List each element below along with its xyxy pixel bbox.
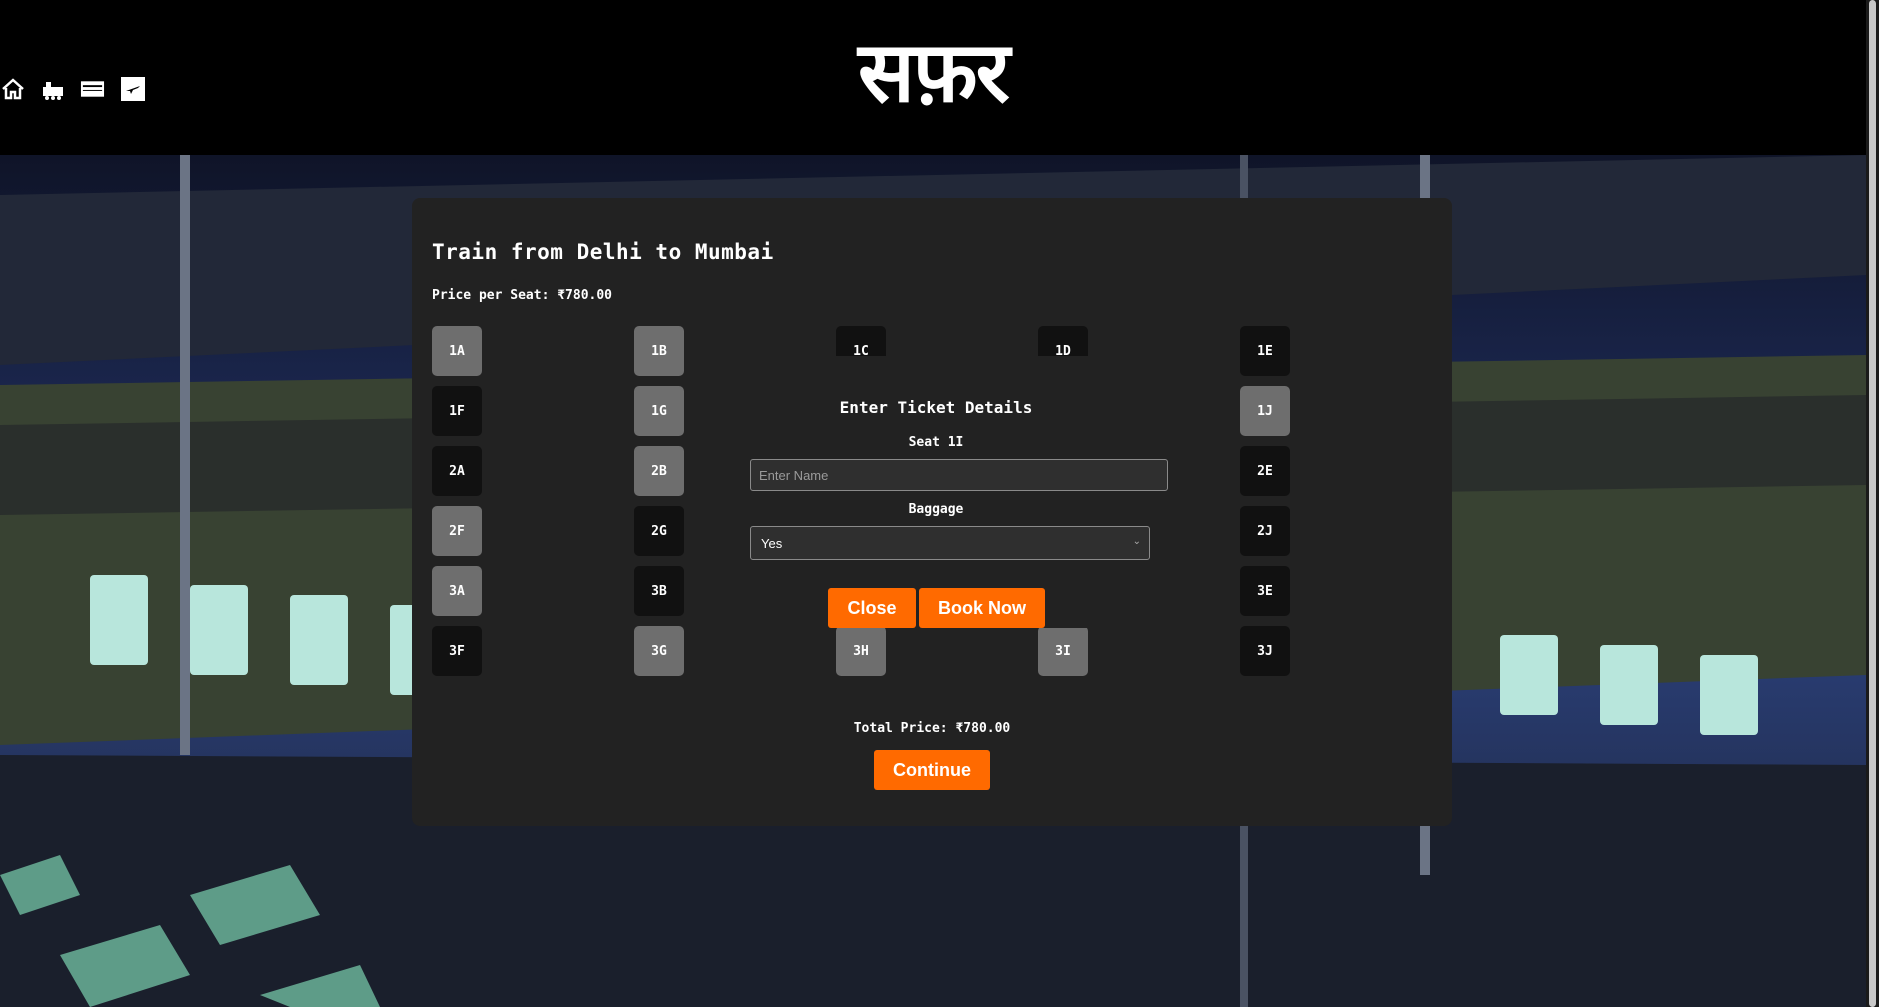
seat-1B[interactable]: 1B xyxy=(634,326,684,376)
price-per-seat: Price per Seat: ₹780.00 xyxy=(432,288,613,303)
seat-3F[interactable]: 3F xyxy=(432,626,482,676)
seat-1J[interactable]: 1J xyxy=(1240,386,1290,436)
baggage-select[interactable]: Yes ⌄ xyxy=(750,526,1150,560)
seat-2B[interactable]: 2B xyxy=(634,446,684,496)
name-input[interactable] xyxy=(750,459,1168,491)
seat-1E[interactable]: 1E xyxy=(1240,326,1290,376)
brand-logo: सफ़र xyxy=(858,23,1010,121)
modal-title: Enter Ticket Details xyxy=(839,398,1033,417)
seat-2A[interactable]: 2A xyxy=(432,446,482,496)
baggage-selected-value: Yes xyxy=(761,535,783,551)
seat-3E[interactable]: 3E xyxy=(1240,566,1290,616)
scrollbar-thumb[interactable] xyxy=(1869,0,1876,1007)
seat-1A[interactable]: 1A xyxy=(432,326,482,376)
selected-seat-label: Seat 1I xyxy=(908,435,964,450)
page-scrollbar[interactable] xyxy=(1866,0,1879,1007)
booking-card: Train from Delhi to Mumbai Price per Sea… xyxy=(412,198,1452,826)
header-bar: सफ़र xyxy=(0,0,1879,155)
total-price: Total Price: ₹780.00 xyxy=(853,721,1011,736)
ticket-details-modal: Enter Ticket Details Seat 1I Baggage Yes… xyxy=(716,356,1168,628)
seat-2J[interactable]: 2J xyxy=(1240,506,1290,556)
close-button[interactable]: Close xyxy=(828,588,916,628)
seat-3G[interactable]: 3G xyxy=(634,626,684,676)
seat-1F[interactable]: 1F xyxy=(432,386,482,436)
seat-2E[interactable]: 2E xyxy=(1240,446,1290,496)
seat-3I[interactable]: 3I xyxy=(1038,626,1088,676)
seat-3J[interactable]: 3J xyxy=(1240,626,1290,676)
seat-1G[interactable]: 1G xyxy=(634,386,684,436)
continue-button[interactable]: Continue xyxy=(874,750,990,790)
baggage-label: Baggage xyxy=(908,502,964,517)
seat-3A[interactable]: 3A xyxy=(432,566,482,616)
seat-3H[interactable]: 3H xyxy=(836,626,886,676)
book-now-button[interactable]: Book Now xyxy=(919,588,1045,628)
seat-3B[interactable]: 3B xyxy=(634,566,684,616)
seat-2G[interactable]: 2G xyxy=(634,506,684,556)
page-title: Train from Delhi to Mumbai xyxy=(432,240,774,264)
chevron-down-icon: ⌄ xyxy=(1132,536,1141,547)
seat-2F[interactable]: 2F xyxy=(432,506,482,556)
